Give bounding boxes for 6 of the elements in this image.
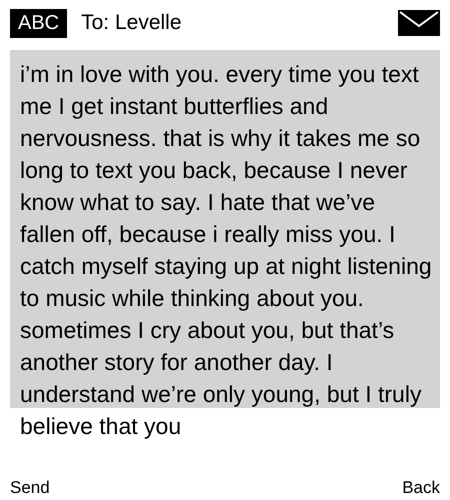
softkey[interactable]: Send [10,478,50,498]
message-text: i’m in love with you. every time you text me I get instant butterflies and nervousness. that is why it takes me so long to text you back, because I never know what to say. I hate that we’ve fallen off, because i really miss you. I catch myself staying up at night listening to music while thinking about you. sometimes I cry about you, but that’s another story for another day. I understand we’re only young, but I truly believe that you [19,60,433,441]
envelope-icon[interactable] [398,10,440,36]
app-badge: ABC [10,8,68,38]
recipient-label: To: Levelle [81,11,183,35]
softkey[interactable]: Back [402,478,440,498]
